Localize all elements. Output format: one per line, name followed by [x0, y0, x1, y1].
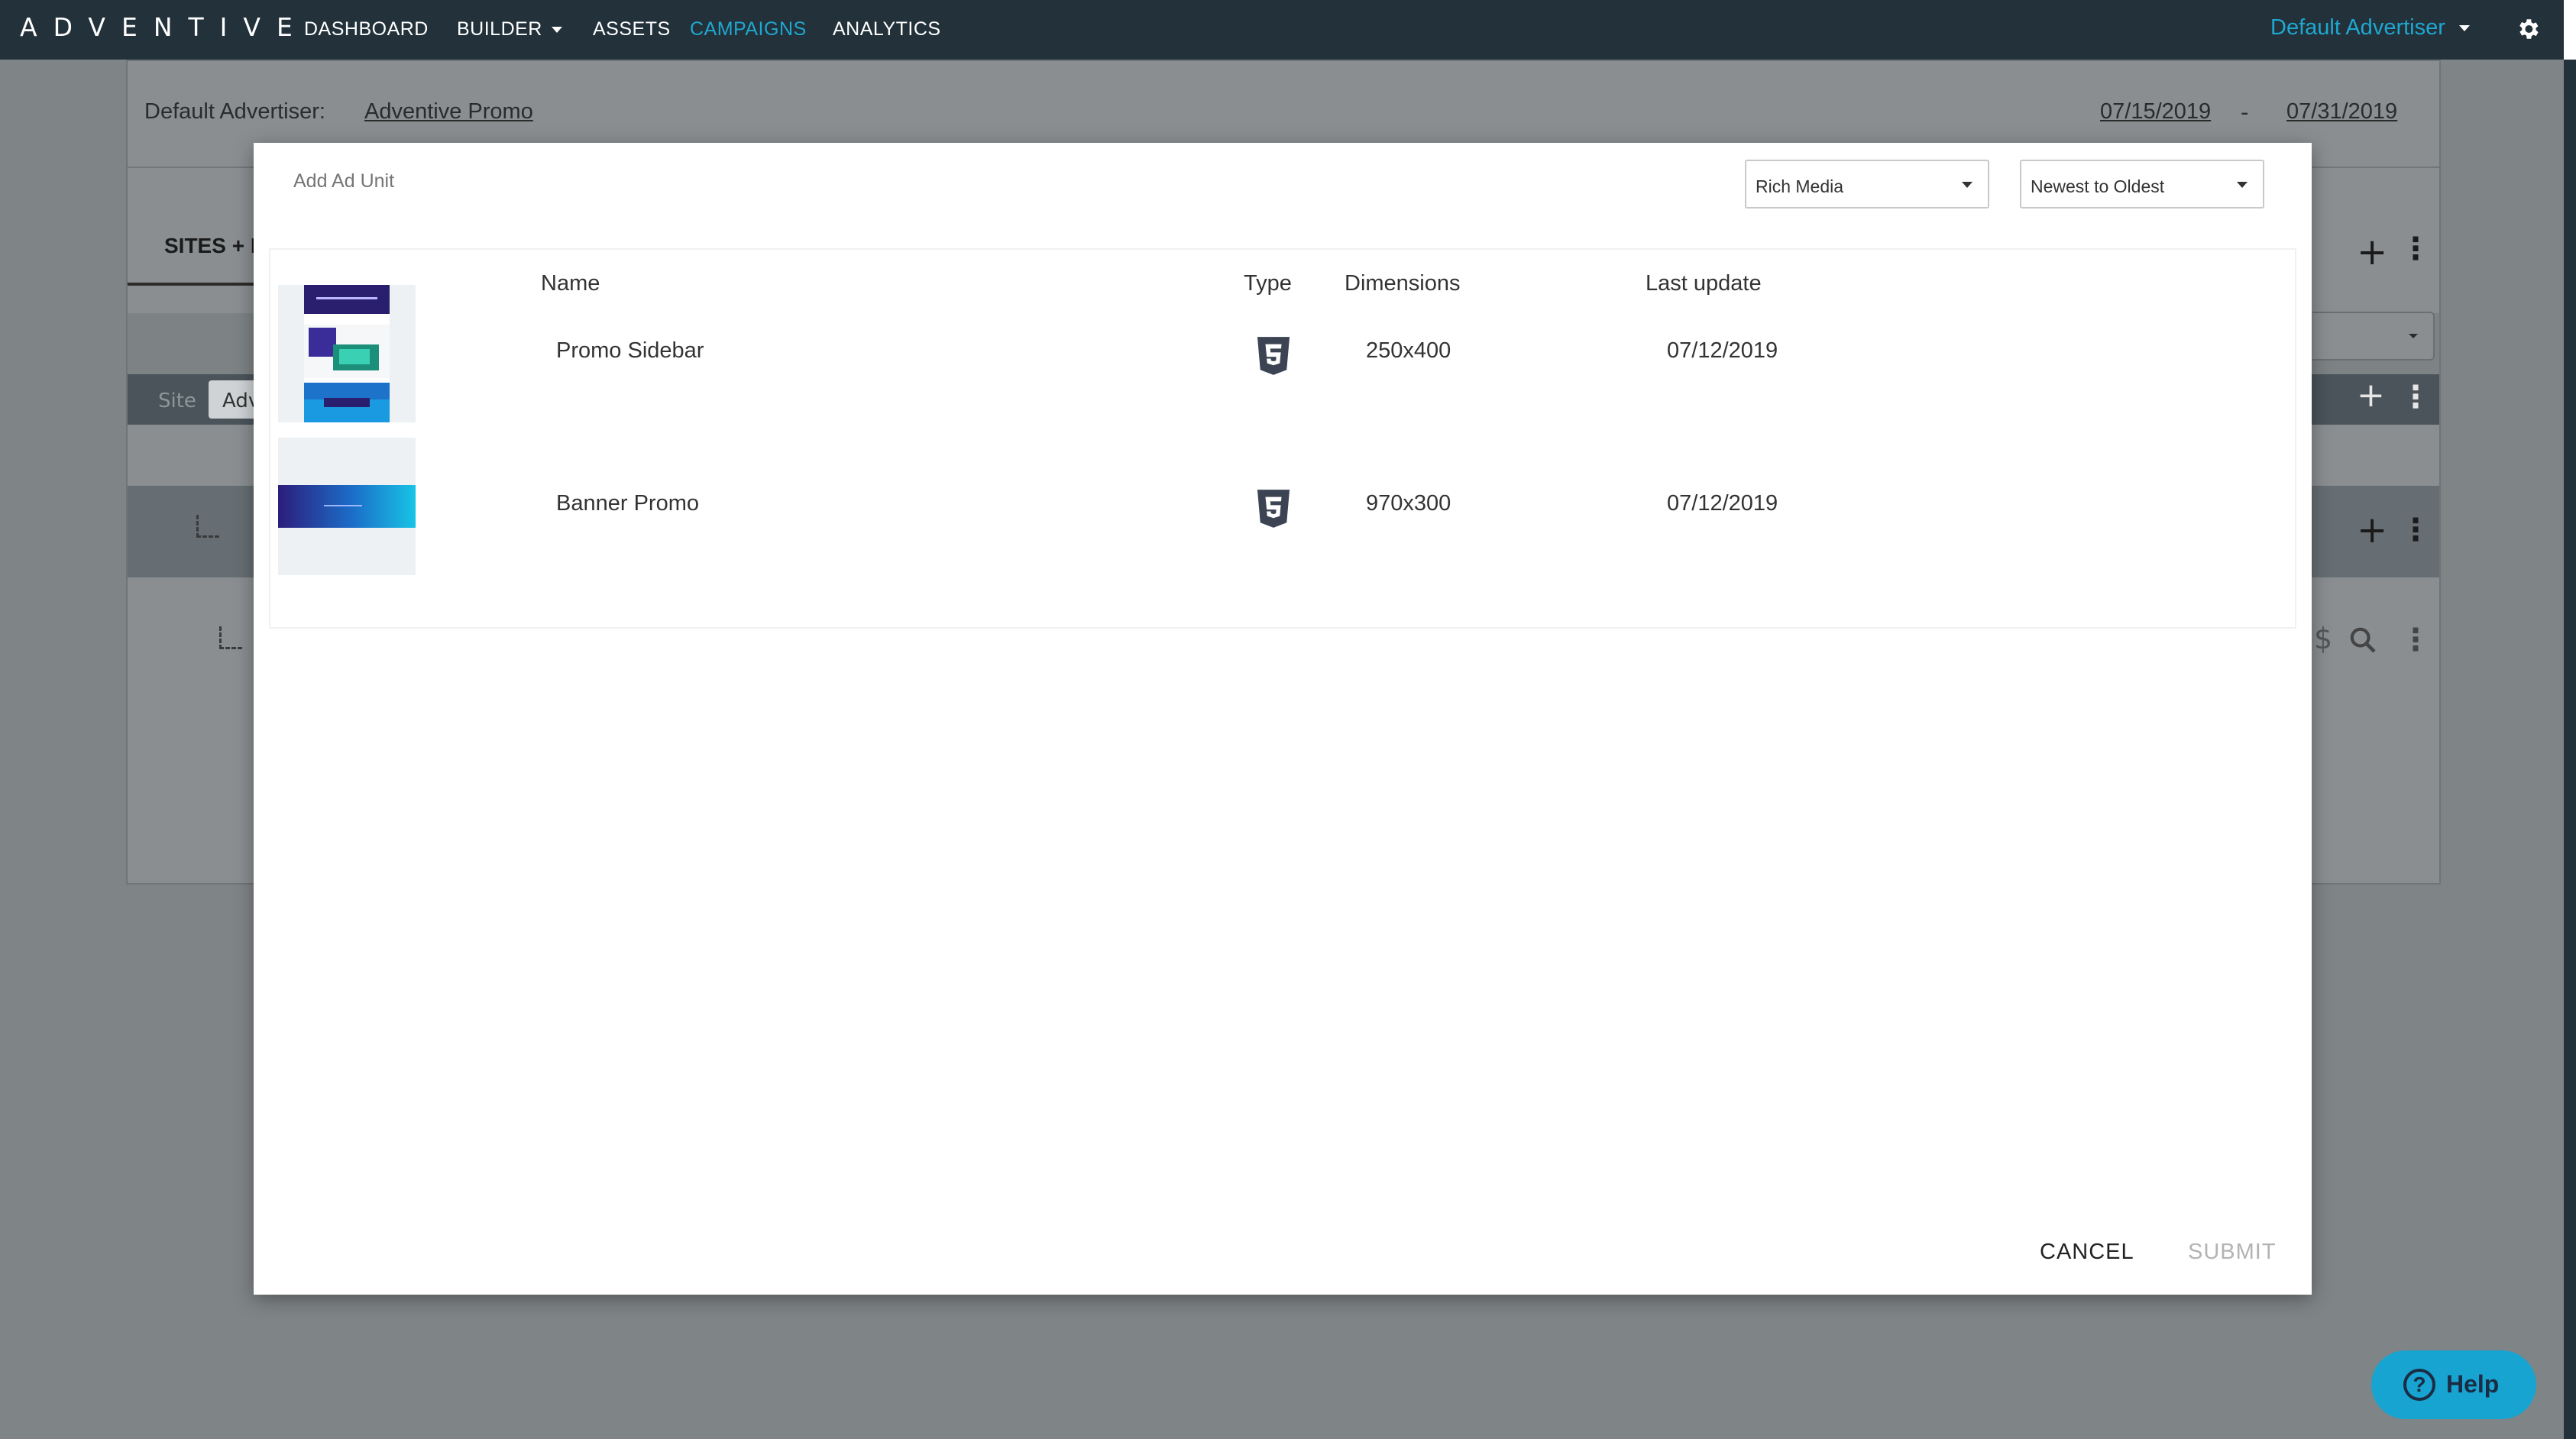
- ad-thumbnail: [278, 438, 416, 575]
- dollar-icon[interactable]: $: [2314, 622, 2332, 655]
- advertiser-switcher[interactable]: Default Advertiser: [2270, 15, 2470, 40]
- nav-dashboard[interactable]: DASHBOARD: [304, 18, 429, 40]
- chevron-down-icon: [2409, 334, 2418, 338]
- nav-builder-label: BUILDER: [457, 18, 542, 40]
- kebab-menu-icon[interactable]: ⋮: [2400, 234, 2431, 264]
- search-icon[interactable]: [2348, 625, 2378, 655]
- sort-select[interactable]: Newest to Oldest: [2020, 160, 2264, 209]
- type-filter-value: Rich Media: [1756, 176, 1844, 196]
- plus-icon[interactable]: +: [2357, 379, 2385, 412]
- date-separator: -: [2241, 99, 2249, 125]
- top-navigation: ADVENTIVE DASHBOARD BUILDER ASSETS CAMPA…: [0, 0, 2576, 60]
- nav-campaigns[interactable]: CAMPAIGNS: [690, 18, 807, 40]
- chevron-down-icon: [1962, 182, 1972, 188]
- plus-icon[interactable]: +: [2357, 512, 2387, 548]
- kebab-menu-icon[interactable]: ⋮: [2400, 515, 2431, 545]
- campaign-link[interactable]: Adventive Promo: [364, 99, 533, 124]
- html5-icon: [1257, 490, 1290, 528]
- window-edge: [2564, 60, 2576, 1439]
- tab-sites[interactable]: SITES + I: [164, 234, 257, 258]
- filter-select[interactable]: [2312, 312, 2435, 361]
- chevron-down-icon: [2237, 182, 2248, 188]
- ad-name: Promo Sidebar: [556, 338, 704, 363]
- add-ad-unit-modal: Add Ad Unit Rich Media Newest to Oldest …: [254, 143, 2312, 1295]
- nav-assets[interactable]: ASSETS: [593, 18, 671, 40]
- nav-analytics[interactable]: ANALYTICS: [833, 18, 941, 40]
- modal-title: Add Ad Unit: [293, 170, 395, 192]
- window-edge: [2564, 0, 2576, 60]
- end-date[interactable]: 07/31/2019: [2286, 99, 2397, 124]
- ad-dimensions: 250x400: [1366, 338, 1451, 363]
- html5-icon: [1257, 337, 1290, 375]
- chevron-down-icon: [2458, 25, 2470, 32]
- advertiser-label: Default Advertiser:: [144, 99, 325, 124]
- nav-builder[interactable]: BUILDER: [457, 18, 562, 40]
- ad-name: Banner Promo: [556, 491, 699, 516]
- adventive-logo[interactable]: ADVENTIVE: [20, 12, 309, 42]
- placement-corner-icon: [196, 515, 219, 538]
- ad-last-update: 07/12/2019: [1667, 338, 1778, 363]
- advertiser-name: Default Advertiser: [2270, 15, 2445, 40]
- ad-preview-image: [278, 485, 416, 528]
- ad-dimensions: 970x300: [1366, 491, 1451, 516]
- placement-corner-icon: [219, 626, 242, 649]
- question-icon: ?: [2403, 1369, 2435, 1401]
- ad-preview-image: [304, 285, 390, 422]
- submit-button[interactable]: SUBMIT: [2188, 1240, 2277, 1265]
- table-row[interactable]: Promo Sidebar 250x400 07/12/2019: [278, 285, 2280, 422]
- kebab-menu-icon[interactable]: ⋮: [2400, 382, 2431, 412]
- ad-thumbnail: [278, 285, 416, 422]
- site-label: Site: [158, 390, 196, 412]
- ad-last-update: 07/12/2019: [1667, 491, 1778, 516]
- type-filter-select[interactable]: Rich Media: [1745, 160, 1989, 209]
- help-label: Help: [2446, 1370, 2500, 1398]
- cancel-button[interactable]: CANCEL: [2040, 1240, 2134, 1265]
- table-row[interactable]: Banner Promo 970x300 07/12/2019: [278, 438, 2280, 575]
- start-date[interactable]: 07/15/2019: [2100, 99, 2211, 124]
- sort-value: Newest to Oldest: [2031, 176, 2165, 196]
- ad-unit-table: Name Type Dimensions Last update Promo S…: [269, 248, 2296, 629]
- kebab-menu-icon[interactable]: ⋮: [2400, 625, 2431, 655]
- gear-icon[interactable]: [2515, 16, 2541, 42]
- plus-icon[interactable]: +: [2357, 234, 2387, 270]
- chevron-down-icon: [551, 27, 562, 34]
- help-button[interactable]: ? Help: [2371, 1350, 2536, 1419]
